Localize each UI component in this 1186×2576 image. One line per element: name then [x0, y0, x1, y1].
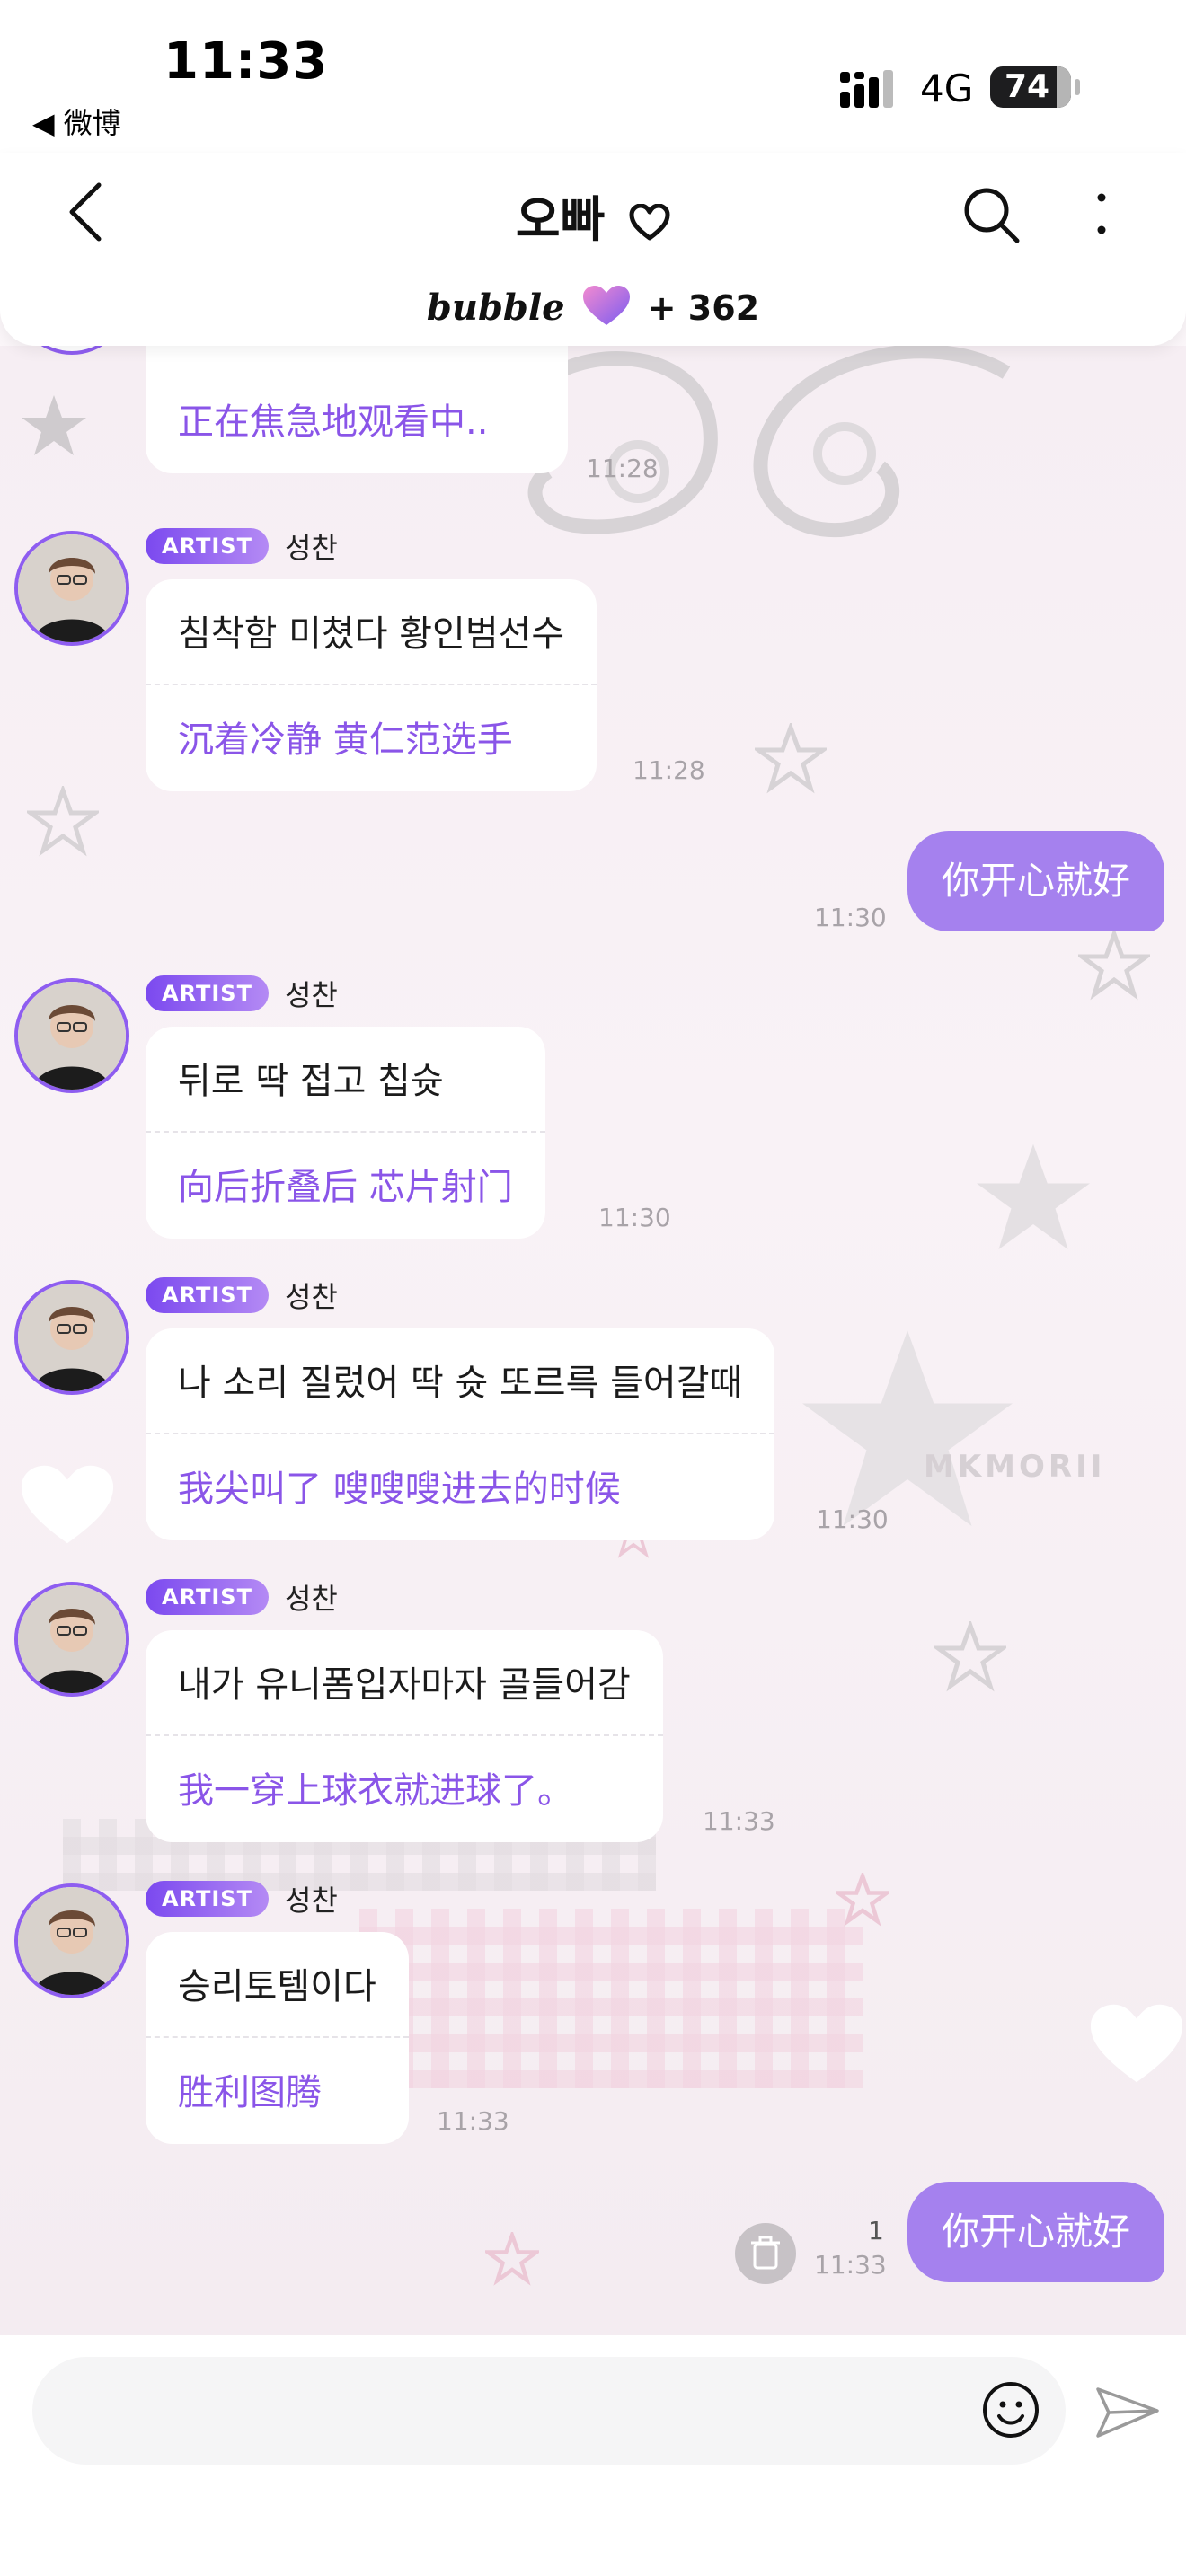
- artist-badge: ARTIST: [146, 975, 269, 1011]
- sender-name: 성찬: [284, 531, 338, 565]
- message-translation: 我一穿上球衣就进球了。: [178, 1770, 573, 1812]
- chat-header: 오빠 bubble + 362: [0, 153, 1186, 346]
- message-timestamp: 11:28: [633, 755, 705, 785]
- sender-name: 성찬: [284, 1582, 338, 1616]
- artist-avatar-image: [18, 982, 126, 1090]
- message-bubble[interactable]: 승리토템이다 胜利图腾: [146, 1932, 409, 2144]
- sender-name: 성찬: [284, 978, 338, 1012]
- artist-avatar-image: [18, 1284, 126, 1391]
- message-input[interactable]: [32, 2357, 1066, 2465]
- chat-area[interactable]: MKMORII 正在焦急地观看中.. 11:28 ARTIST 성찬 침착함 미…: [0, 346, 1186, 2335]
- avatar[interactable]: [14, 531, 129, 646]
- gradient-heart-icon: [582, 286, 630, 325]
- star-decoration: [977, 1143, 1090, 1249]
- sender-row: ARTIST 성찬: [146, 525, 338, 567]
- bubble-subscriber-row: bubble + 362: [0, 284, 1186, 329]
- status-time: 11:33: [164, 32, 329, 91]
- message-original: 뒤로 딱 접고 칩슛: [146, 1027, 545, 1133]
- sender-row: ARTIST 성찬: [146, 1275, 338, 1316]
- message-original: 나 소리 질렀어 딱 슛 또르륵 들어갈때: [146, 1328, 775, 1434]
- sender-row: ARTIST 성찬: [146, 1576, 338, 1618]
- message-bubble[interactable]: 뒤로 딱 접고 칩슛 向后折叠后 芯片射门: [146, 1027, 545, 1239]
- battery-icon: 74: [990, 66, 1080, 108]
- message-translation: 我尖叫了 嗖嗖嗖进去的时候: [178, 1469, 621, 1510]
- message-translation: 胜利图腾: [178, 2072, 322, 2113]
- message-timestamp: 11:33: [814, 2250, 887, 2280]
- message-original: 승리토템이다: [146, 1932, 409, 2038]
- message-timestamp: 11:30: [598, 1203, 671, 1232]
- chat-title-text: 오빠: [515, 191, 606, 248]
- message-timestamp: 11:33: [703, 1806, 775, 1836]
- message-translation: 沉着冷静 黄仁范选手: [178, 719, 513, 761]
- cellular-signal-icon: [840, 70, 893, 108]
- my-message-bubble[interactable]: 你开心就好: [907, 831, 1164, 931]
- back-to-app-link[interactable]: ◀ 微博: [32, 101, 121, 142]
- my-message-bubble[interactable]: 你开心就好: [907, 2182, 1164, 2282]
- smiley-icon[interactable]: [981, 2380, 1040, 2439]
- avatar[interactable]: [14, 346, 129, 355]
- paper-plane-icon[interactable]: [1094, 2384, 1161, 2441]
- sender-row: ARTIST 성찬: [146, 973, 338, 1014]
- message-timestamp: 11:33: [437, 2106, 509, 2136]
- sender-name: 성찬: [284, 1280, 338, 1314]
- heart-decoration: [1090, 2004, 1183, 2083]
- message-timestamp: 11:30: [816, 1504, 889, 1534]
- heart-decoration: [21, 1465, 114, 1544]
- message-bubble[interactable]: 나 소리 질렀어 딱 슛 또르륵 들어갈때 我尖叫了 嗖嗖嗖进去的时候: [146, 1328, 775, 1540]
- star-decoration: [27, 786, 99, 857]
- sender-row: ARTIST 성찬: [146, 1878, 338, 1919]
- artist-badge: ARTIST: [146, 1881, 269, 1917]
- avatar[interactable]: [14, 1582, 129, 1697]
- search-icon[interactable]: [960, 183, 1022, 246]
- sender-name: 성찬: [284, 1883, 338, 1918]
- message-timestamp: 11:28: [586, 454, 659, 483]
- star-decoration: [934, 1621, 1006, 1692]
- unread-count: 1: [868, 2216, 884, 2245]
- avatar[interactable]: [14, 1280, 129, 1395]
- star-decoration: [1078, 930, 1150, 1001]
- artist-badge: ARTIST: [146, 528, 269, 564]
- heart-outline-icon: [629, 203, 670, 241]
- artist-badge: ARTIST: [146, 1579, 269, 1615]
- message-bubble: 正在焦急地观看中..: [146, 346, 568, 473]
- avatar[interactable]: [14, 1883, 129, 1998]
- watermark-text: MKMORII: [924, 1449, 1106, 1485]
- bubble-logo: bubble: [426, 287, 565, 329]
- battery-level: 74: [1005, 68, 1050, 105]
- subscriber-count: + 362: [647, 288, 760, 328]
- message-translation: 向后折叠后 芯片射门: [178, 1167, 513, 1208]
- artist-avatar-image: [18, 1887, 126, 1995]
- star-decoration: [485, 2232, 539, 2286]
- message-original: 침착함 미쳤다 황인범선수: [146, 579, 597, 685]
- more-vertical-icon[interactable]: [1084, 187, 1120, 250]
- message-input-bar: [0, 2335, 1186, 2576]
- message-timestamp: 11:30: [814, 903, 887, 932]
- status-bar: 11:33 ◀ 微博 4G 74: [0, 0, 1186, 153]
- message-original: 내가 유니폼입자마자 골들어감: [146, 1630, 663, 1736]
- network-type: 4G: [920, 66, 974, 110]
- message-bubble[interactable]: 침착함 미쳤다 황인범선수 沉着冷静 黄仁范选手: [146, 579, 597, 791]
- star-decoration: [755, 723, 827, 794]
- star-decoration: [836, 1873, 890, 1927]
- trash-icon[interactable]: [735, 2223, 796, 2284]
- artist-avatar-image: [18, 1585, 126, 1693]
- star-decoration: [22, 395, 86, 455]
- message-bubble[interactable]: 내가 유니폼입자마자 골들어감 我一穿上球衣就进球了。: [146, 1630, 663, 1842]
- artist-avatar-image: [18, 534, 126, 642]
- artist-badge: ARTIST: [146, 1277, 269, 1313]
- avatar[interactable]: [14, 978, 129, 1093]
- message-translation: 正在焦急地观看中..: [178, 401, 489, 443]
- gingham-decoration: [359, 1909, 863, 2088]
